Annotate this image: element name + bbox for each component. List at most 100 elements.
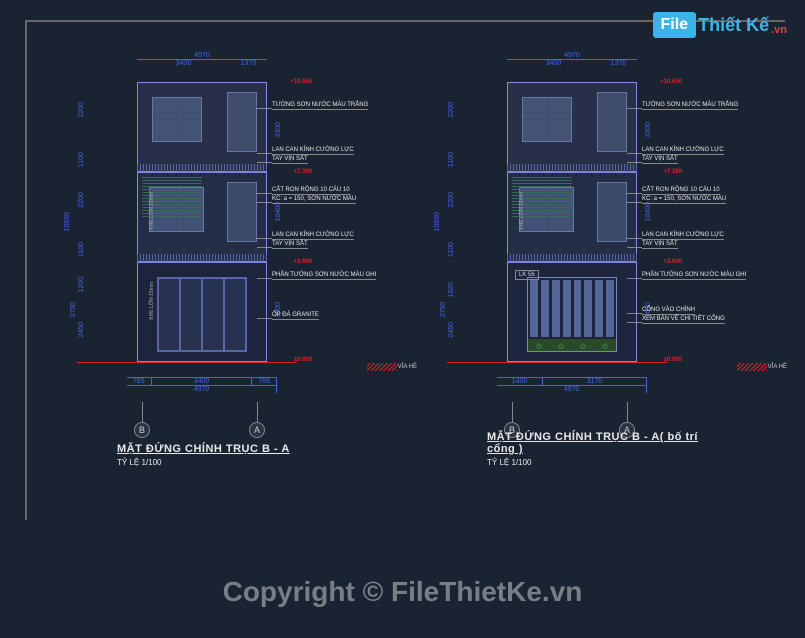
main-gate: ✿ ✿ ✿ ✿: [527, 277, 617, 352]
dim-value: 1370: [600, 60, 637, 67]
annotation-leader: KC: a = 150, SƠN NƯỚC MÀU: [272, 196, 356, 204]
dimension-top: 4970 3400 1370: [507, 52, 637, 67]
elevation-left: 4970 3400 1370 10650 2200 1100 2200 1100…: [97, 82, 357, 362]
dimension-left: 10650 2200 1100 2200 1100 1620 2450 3750: [442, 82, 462, 362]
door-floor2: [227, 182, 257, 242]
dim-value: 10650: [64, 212, 71, 231]
dim-value: 1370: [230, 60, 267, 67]
annotation-leader: XEM BẢN VẼ CHI TIẾT CỔNG: [642, 316, 725, 324]
dim-value: 1100: [78, 152, 85, 167]
gap-label: KHE LỚN 15mm: [149, 192, 155, 230]
gap-label: KHE LỚN 15mm: [149, 282, 155, 320]
window-floor3: [152, 97, 202, 142]
plant-icon: ✿: [536, 342, 543, 351]
annotation-leader: LAN CAN KÍNH CƯỜNG LỰC: [642, 232, 724, 240]
annotation-leader: TAY VỊN SẮT: [642, 241, 678, 249]
logo-text: Thiết Kế: [698, 15, 769, 36]
railing-f2: [507, 254, 637, 262]
dim-value: 785: [127, 378, 152, 385]
dim-value: 2200: [78, 102, 85, 118]
elevation-right: 4970 3400 1370 10650 2200 1100 2200 1100…: [467, 82, 727, 362]
dim-value: 1400: [497, 378, 543, 385]
railing-f2: [137, 254, 267, 262]
axis-line: [142, 402, 143, 422]
annotation-leader: CẮT RON RỘNG 10 CÁU 10: [272, 187, 350, 195]
dim-value: 1100: [78, 242, 85, 257]
dim-value: 10400: [275, 202, 282, 221]
dim-value: 3300: [645, 122, 652, 138]
window-floor3: [522, 97, 572, 142]
dim-value: 2450: [448, 322, 455, 338]
annotation-leader: TƯỜNG SƠN NƯỚC MÀU TRẮNG: [642, 102, 738, 110]
annotation-leader: ỐP ĐÁ GRANITE: [272, 312, 319, 320]
annotation-leader: CỔNG VÀO CHÍNH: [642, 307, 695, 315]
curb-hatch: [737, 363, 767, 371]
drawing-title: MẶT ĐỨNG CHÍNH TRỤC B - A( bố trí cổng ): [487, 431, 727, 455]
level-marker: +7.350: [663, 169, 682, 175]
level-marker: +3.600: [663, 259, 682, 265]
axis-bubble-a: A: [249, 422, 265, 438]
dim-value: 10650: [434, 212, 441, 231]
dim-value: 3170: [543, 378, 647, 385]
annotation-leader: KC: a = 150, SƠN NƯỚC MÀU: [642, 196, 726, 204]
dim-value: 3300: [275, 122, 282, 138]
annotation-leader: TAY VỊN SẮT: [272, 156, 308, 164]
dim-value: 2200: [78, 192, 85, 208]
dimension-top: 4970 3400 1370: [137, 52, 267, 67]
curb-label: VỈA HÈ: [398, 364, 417, 370]
logo: File Thiết Kế .vn: [653, 12, 787, 38]
plant-icon: ✿: [580, 342, 587, 351]
dim-value: 1100: [448, 152, 455, 167]
dim-value: 2200: [448, 102, 455, 118]
gap-label: KHE LỚN 15mm: [519, 192, 525, 230]
door-floor3: [597, 92, 627, 152]
curb-label: VỈA HÈ: [768, 364, 787, 370]
dim-value: 1100: [448, 242, 455, 257]
dim-value: 3400: [137, 60, 230, 67]
logo-box: File: [653, 12, 697, 38]
title-block-right: MẶT ĐỨNG CHÍNH TRỤC B - A( bố trí cổng )…: [487, 431, 727, 467]
door-floor3: [227, 92, 257, 152]
dim-value: 785: [252, 378, 277, 385]
dim-value: 3750: [440, 302, 447, 318]
planter: ✿ ✿ ✿ ✿: [528, 339, 616, 351]
dim-value: 1200: [78, 277, 85, 293]
railing-f3: [137, 164, 267, 172]
drawing-scale: TỶ LỆ 1/100: [117, 458, 290, 467]
dim-value: 10400: [645, 202, 652, 221]
annotation-leader: LAN CAN KÍNH CƯỜNG LỰC: [272, 147, 354, 155]
drawing-title: MẶT ĐỨNG CHÍNH TRỤC B - A: [117, 443, 290, 455]
dimension-bottom: 785 3400 785 4970: [127, 377, 277, 393]
level-marker: +7.350: [293, 169, 312, 175]
dim-value: 3400: [507, 60, 600, 67]
annotation-leader: TƯỜNG SƠN NƯỚC MÀU TRẮNG: [272, 102, 368, 110]
axis-line: [627, 402, 628, 422]
annotation-leader: CẮT RON RỘNG 10 CÁU 10: [642, 187, 720, 195]
dim-value: 4970: [507, 52, 637, 59]
dimension-left: 10650 2200 1100 2200 1100 1200 2450 3750: [72, 82, 92, 362]
drawing-scale: TỶ LỆ 1/100: [487, 458, 727, 467]
building-outline: KHE LỚN 15mm KHE LỚN 15mm 3300 10400 360…: [137, 82, 267, 362]
plant-icon: ✿: [602, 342, 609, 351]
ground-line: [77, 362, 297, 363]
annotation-leader: PHẦN TƯỜNG SƠN NƯỚC MÀU GHI: [642, 272, 746, 280]
building-outline: LK 56 ✿ ✿ ✿ ✿ KHE LỚN 15mm 3300 10400: [507, 82, 637, 362]
dim-value: 3750: [70, 302, 77, 318]
annotation-leader: PHẦN TƯỜNG SƠN NƯỚC MÀU GHI: [272, 272, 376, 280]
axis-line: [257, 402, 258, 422]
dim-value: 1620: [448, 282, 455, 298]
annotation-leader: TAY VỊN SẮT: [272, 241, 308, 249]
dim-value: 3400: [152, 378, 253, 385]
ground-line: [447, 362, 667, 363]
dim-value: 2200: [448, 192, 455, 208]
annotation-leader: TAY VỊN SẮT: [642, 156, 678, 164]
dimension-bottom: 1400 3170 4970: [497, 377, 647, 393]
curb-hatch: [367, 363, 397, 371]
door-floor2: [597, 182, 627, 242]
cad-viewport[interactable]: 4970 3400 1370 10650 2200 1100 2200 1100…: [25, 20, 785, 520]
axis-line: [512, 402, 513, 422]
level-marker: +10.650: [660, 79, 682, 85]
level-marker: +10.650: [290, 79, 312, 85]
level-marker: +3.600: [293, 259, 312, 265]
axis-bubble-b: B: [134, 422, 150, 438]
